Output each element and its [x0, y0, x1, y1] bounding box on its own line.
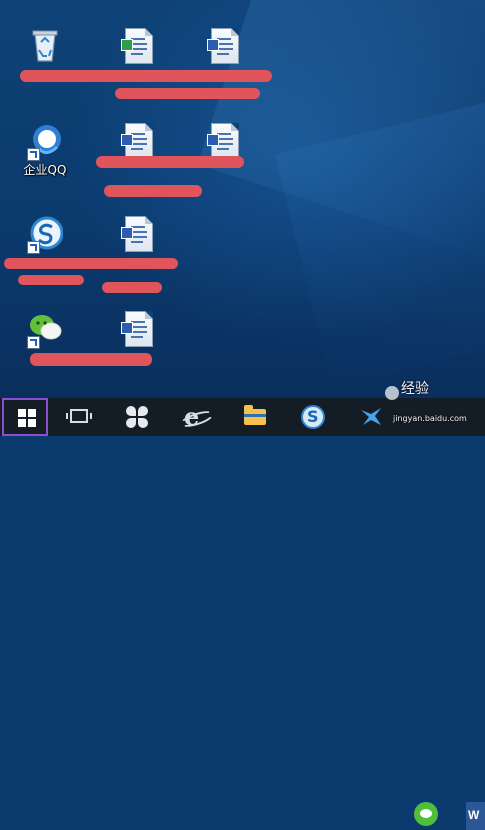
internet-explorer-button[interactable]: e	[172, 398, 218, 436]
task-view-icon	[66, 409, 92, 423]
document-icon	[205, 121, 241, 159]
pinwheel-icon	[126, 406, 148, 428]
wechat-icon[interactable]	[414, 802, 438, 826]
shortcut-arrow-icon	[27, 241, 40, 254]
document-icon	[119, 214, 155, 252]
taskbar: e S W	[0, 398, 485, 830]
desktop-icon-label: 企业QQ	[23, 163, 67, 177]
desktop: 企业QQ	[0, 0, 485, 398]
redaction-bar	[115, 88, 260, 99]
shortcut-arrow-icon	[27, 336, 40, 349]
qq-enterprise-icon	[27, 121, 63, 161]
document-icon	[119, 309, 155, 347]
document-icon	[119, 26, 155, 64]
desktop-icon-wechat[interactable]	[0, 309, 90, 351]
desktop-icon-doc-2[interactable]	[178, 26, 268, 68]
document-icon	[119, 121, 155, 159]
task-view-button[interactable]	[56, 398, 102, 436]
sogou-browser-icon	[27, 214, 64, 254]
bird-icon	[360, 407, 382, 427]
windows-logo-icon	[18, 409, 36, 427]
redaction-bar	[96, 156, 244, 168]
pinwheel-app-button[interactable]	[114, 398, 160, 436]
desktop-icon-doc-5[interactable]	[92, 214, 182, 256]
recycle-bin-icon	[27, 26, 63, 64]
desktop-icon-sogou-browser[interactable]	[0, 214, 90, 256]
desktop-icon-recycle-bin[interactable]	[0, 26, 90, 68]
redaction-bar	[4, 258, 178, 269]
document-icon	[205, 26, 241, 64]
start-button[interactable]	[2, 398, 48, 436]
redaction-bar	[20, 70, 272, 82]
redaction-bar	[18, 275, 84, 285]
file-explorer-button[interactable]	[232, 398, 278, 436]
redaction-bar	[102, 282, 162, 293]
wechat-icon	[27, 309, 63, 349]
bird-app-button[interactable]	[348, 398, 394, 436]
shortcut-arrow-icon	[27, 148, 40, 161]
folder-icon	[244, 405, 266, 425]
desktop-icon-doc-6[interactable]	[92, 309, 182, 351]
sogou-glyph: S	[307, 407, 319, 426]
sogou-icon: S	[301, 405, 325, 429]
sogou-button[interactable]: S	[290, 398, 336, 436]
word-glyph: W	[468, 808, 480, 822]
redaction-bar	[30, 353, 152, 366]
desktop-icon-doc-1[interactable]	[92, 26, 182, 68]
word-icon[interactable]: W	[466, 802, 485, 830]
redaction-bar	[104, 185, 202, 197]
desktop-icon-qq-enterprise[interactable]: 企业QQ	[0, 121, 90, 177]
